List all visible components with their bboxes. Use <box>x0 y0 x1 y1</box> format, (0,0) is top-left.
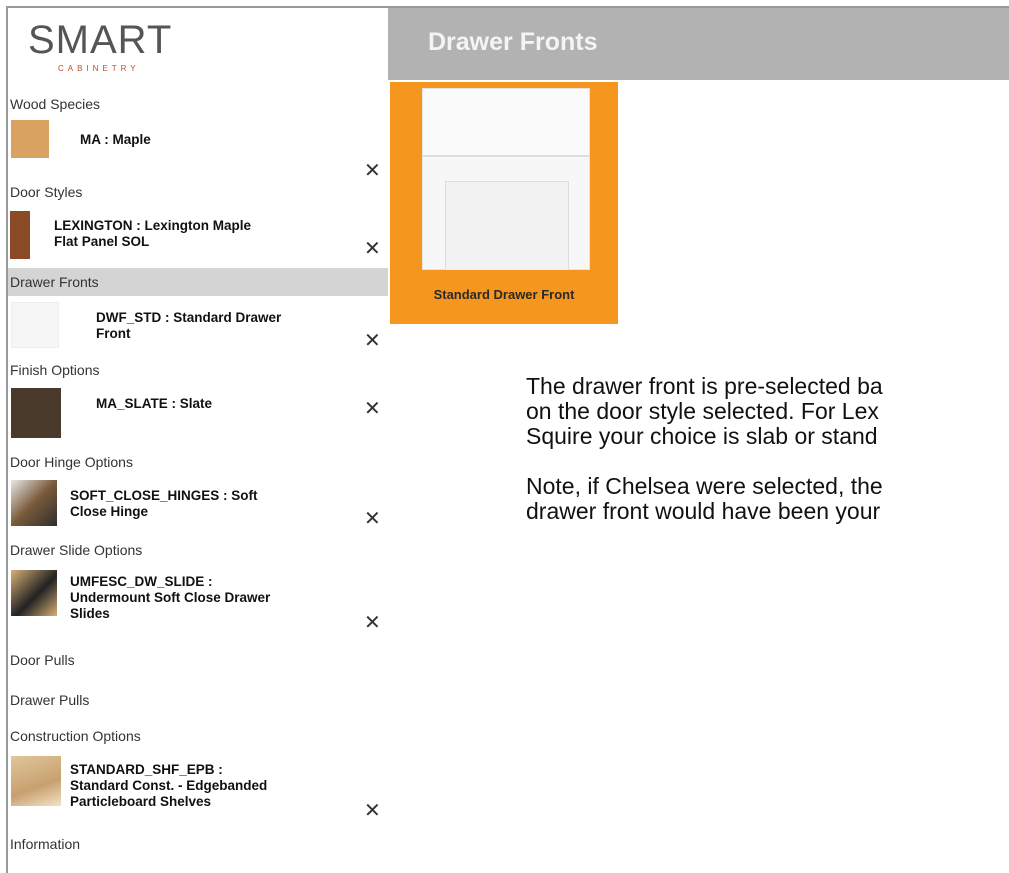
section-drawer-slide-options[interactable]: Drawer Slide Options <box>8 536 388 564</box>
section-wood-species[interactable]: Wood Species <box>8 90 388 118</box>
item-line: MA : Maple <box>80 132 151 147</box>
section-door-hinge-options[interactable]: Door Hinge Options <box>8 448 388 476</box>
drawer-front-option-card[interactable]: Standard Drawer Front <box>390 82 618 324</box>
page-title: Drawer Fronts <box>428 28 598 56</box>
note-line: drawer front would have been your <box>526 498 881 524</box>
remove-drawer-front-icon[interactable]: ✕ <box>364 328 381 353</box>
section-drawer-fronts[interactable]: Drawer Fronts <box>8 268 388 296</box>
logo-wordmark: SMART <box>28 18 173 62</box>
selected-drawer-slide[interactable]: UMFESC_DW_SLIDE : Undermount Soft Close … <box>8 564 388 634</box>
section-door-pulls[interactable]: Door Pulls <box>8 646 388 674</box>
note-line: The drawer front is pre-selected ba <box>526 373 883 399</box>
note-line: Note, if Chelsea were selected, the <box>526 473 883 499</box>
selected-finish[interactable]: MA_SLATE : Slate ✕ <box>8 384 388 442</box>
note-line: on the door style selected. For Lex <box>526 398 879 424</box>
option-card-label: Standard Drawer Front <box>433 287 575 302</box>
selected-construction[interactable]: STANDARD_SHF_EPB : Standard Const. - Edg… <box>8 752 388 822</box>
drawer-slide-thumbnail-icon <box>11 570 57 616</box>
drawer-front-thumbnail-icon <box>11 302 59 348</box>
maple-swatch-icon <box>11 120 49 158</box>
note-line: Squire your choice is slab or stand <box>526 423 878 449</box>
item-line: Standard Const. - Edgebanded <box>70 778 268 793</box>
selected-door-style[interactable]: LEXINGTON : Lexington Maple Flat Panel S… <box>8 206 388 261</box>
item-line: Undermount Soft Close Drawer <box>70 590 271 605</box>
item-line: Particleboard Shelves <box>70 794 212 809</box>
configuration-sidebar: Wood Species MA : Maple ✕ Door Styles LE… <box>8 80 388 873</box>
remove-drawer-slide-icon[interactable]: ✕ <box>364 610 381 635</box>
selected-drawer-front[interactable]: DWF_STD : Standard Drawer Front ✕ <box>8 298 388 354</box>
remove-finish-icon[interactable]: ✕ <box>364 396 381 421</box>
item-line: SOFT_CLOSE_HINGES : Soft <box>70 488 258 503</box>
remove-door-style-icon[interactable]: ✕ <box>364 236 381 261</box>
section-finish-options[interactable]: Finish Options <box>8 356 388 384</box>
section-door-styles[interactable]: Door Styles <box>8 178 388 206</box>
section-construction-options[interactable]: Construction Options <box>8 722 388 750</box>
selected-door-hinge[interactable]: SOFT_CLOSE_HINGES : Soft Close Hinge ✕ <box>8 478 388 530</box>
drawer-panel <box>423 89 589 157</box>
selected-wood-species[interactable]: MA : Maple ✕ <box>8 118 388 182</box>
item-line: STANDARD_SHF_EPB : <box>70 762 223 777</box>
remove-door-hinge-icon[interactable]: ✕ <box>364 506 381 531</box>
door-panel <box>445 181 569 270</box>
logo: SMART CABINETRY <box>8 8 388 80</box>
door-style-thumbnail-icon <box>10 211 30 259</box>
item-line: Close Hinge <box>70 504 149 519</box>
logo-subtitle: CABINETRY <box>58 64 140 73</box>
item-line: MA_SLATE : Slate <box>96 396 213 411</box>
remove-construction-icon[interactable]: ✕ <box>364 798 381 823</box>
item-line: UMFESC_DW_SLIDE : <box>70 574 213 589</box>
item-line: Flat Panel SOL <box>54 234 150 249</box>
shelf-thumbnail-icon <box>11 756 61 806</box>
hinge-thumbnail-icon <box>11 480 57 526</box>
slate-swatch-icon <box>11 388 61 438</box>
item-line: DWF_STD : Standard Drawer <box>96 310 282 325</box>
section-information[interactable]: Information <box>8 830 388 858</box>
item-line: LEXINGTON : Lexington Maple <box>54 218 252 233</box>
item-line: Slides <box>70 606 110 621</box>
drawer-front-image <box>422 88 590 270</box>
section-drawer-pulls[interactable]: Drawer Pulls <box>8 686 388 714</box>
item-line: Front <box>96 326 131 341</box>
